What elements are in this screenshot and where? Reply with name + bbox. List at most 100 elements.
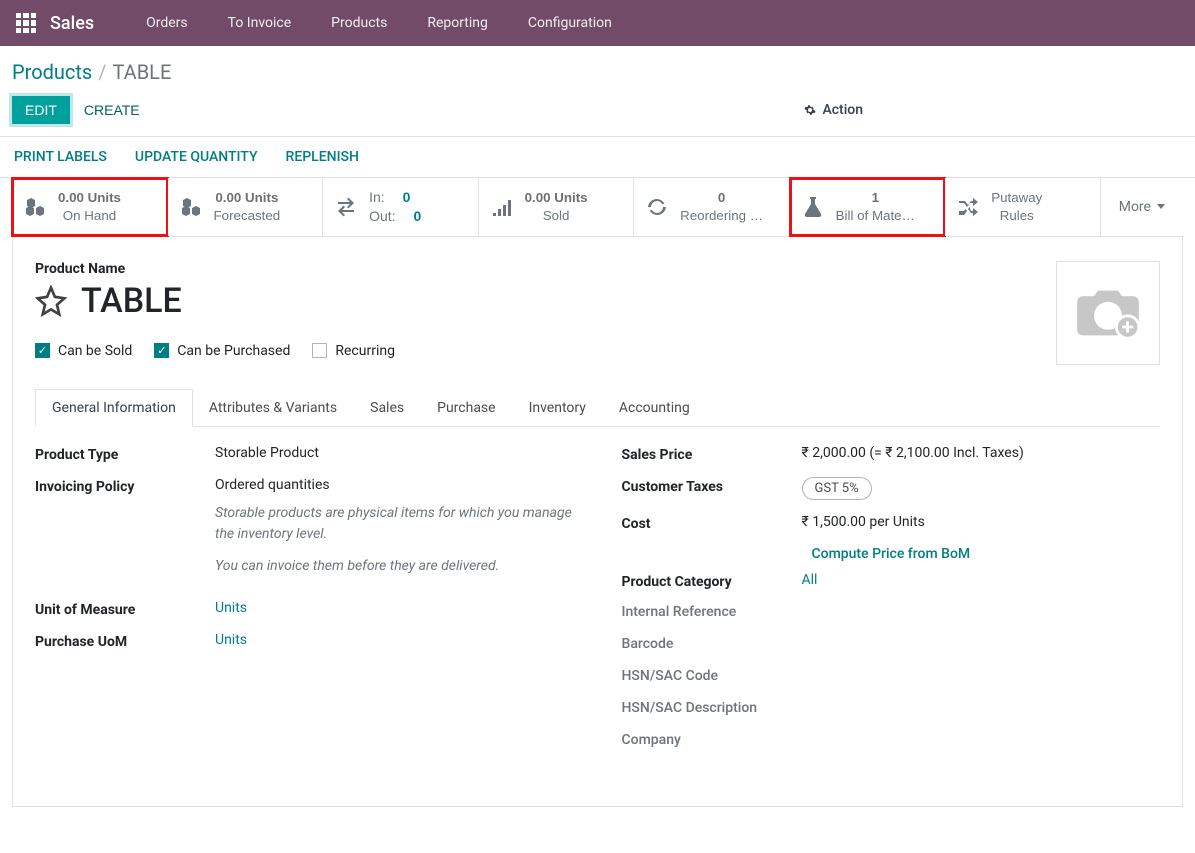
nav-configuration[interactable]: Configuration [512, 15, 628, 31]
nav-reporting[interactable]: Reporting [411, 15, 504, 31]
customer-taxes-badge[interactable]: GST 5% [802, 477, 872, 500]
left-col: Product Type Storable Product Invoicing … [35, 445, 574, 764]
create-button[interactable]: CREATE [70, 96, 154, 124]
purchase-uom-value[interactable]: Units [215, 632, 574, 648]
stat-bom[interactable]: 1Bill of Mate… [790, 178, 946, 236]
help-storable: Storable products are physical items for… [215, 503, 574, 546]
favorite-star-icon[interactable] [35, 285, 67, 317]
app-title[interactable]: Sales [50, 13, 94, 34]
cost-value: ₹ 1,500.00 per Units [802, 514, 1161, 530]
uom-label: Unit of Measure [35, 600, 215, 618]
refresh-icon [644, 195, 670, 219]
stat-on-hand[interactable]: 0.00 UnitsOn Hand [12, 178, 168, 236]
nav-to-invoice[interactable]: To Invoice [212, 15, 308, 31]
boxes-icon [178, 195, 204, 219]
internal-reference-label: Internal Reference [622, 604, 1161, 620]
sales-price-label: Sales Price [622, 445, 802, 463]
action-row: EDIT CREATE Action [0, 88, 1195, 136]
content: Products / TABLE EDIT CREATE Action PRIN… [0, 46, 1195, 807]
stat-putaway-value: Putaway [991, 189, 1042, 207]
replenish[interactable]: REPLENISH [286, 149, 359, 165]
uom-value[interactable]: Units [215, 600, 574, 616]
tab-attributes[interactable]: Attributes & Variants [193, 389, 354, 426]
stat-row: 0.00 UnitsOn Hand 0.00 UnitsForecasted I… [12, 178, 1183, 237]
edit-button[interactable]: EDIT [12, 96, 70, 124]
sub-actions: PRINT LABELS UPDATE QUANTITY REPLENISH [0, 136, 1195, 178]
in-label: In: [369, 188, 385, 207]
stat-on-hand-value: 0.00 Units [58, 189, 121, 207]
breadcrumb-products[interactable]: Products [12, 60, 92, 84]
product-category-value[interactable]: All [802, 572, 1161, 588]
stat-forecasted-value: 0.00 Units [214, 189, 281, 207]
invoicing-policy-label: Invoicing Policy [35, 477, 215, 495]
update-quantity[interactable]: UPDATE QUANTITY [135, 149, 258, 165]
sales-price-value: ₹ 2,000.00 (= ₹ 2,100.00 Incl. Taxes) [802, 445, 1161, 461]
tab-body: Product Type Storable Product Invoicing … [35, 427, 1160, 782]
form-sheet: Product Name TABLE Can be Sold Can be Pu… [12, 237, 1183, 807]
more-label: More [1119, 199, 1151, 215]
arrows-icon [333, 195, 359, 219]
caret-down-icon [1157, 204, 1165, 209]
bars-icon [489, 195, 515, 219]
camera-plus-icon [1072, 285, 1144, 341]
tab-general[interactable]: General Information [35, 389, 193, 427]
right-col: Sales Price ₹ 2,000.00 (= ₹ 2,100.00 Inc… [622, 445, 1161, 764]
help-invoice: You can invoice them before they are del… [215, 556, 574, 578]
product-category-label: Product Category [622, 572, 802, 590]
in-value: 0 [403, 188, 411, 207]
stat-reordering[interactable]: 0Reordering … [634, 178, 790, 236]
flask-icon [800, 195, 826, 219]
cost-label: Cost [622, 514, 802, 532]
recurring-label: Recurring [335, 343, 395, 359]
customer-taxes-label: Customer Taxes [622, 477, 802, 495]
tab-purchase[interactable]: Purchase [421, 389, 512, 426]
out-label: Out: [369, 207, 395, 226]
stat-in-out[interactable]: In: 0 Out: 0 [323, 178, 479, 236]
barcode-label: Barcode [622, 636, 1161, 652]
tab-sales[interactable]: Sales [354, 389, 421, 426]
gear-icon [804, 104, 816, 116]
breadcrumb-sep: / [98, 60, 106, 84]
apps-icon[interactable] [16, 13, 36, 33]
tab-accounting[interactable]: Accounting [603, 389, 707, 426]
product-name-label: Product Name [35, 261, 1056, 277]
can-be-sold-checkbox[interactable]: Can be Sold [35, 343, 132, 359]
stat-sold-label: Sold [525, 207, 588, 225]
out-value: 0 [414, 207, 422, 226]
can-be-sold-label: Can be Sold [58, 343, 132, 359]
stat-putaway-label: Rules [991, 207, 1042, 225]
tab-inventory[interactable]: Inventory [513, 389, 603, 426]
company-label: Company [622, 732, 1161, 748]
action-label: Action [822, 102, 863, 118]
product-name-value: TABLE [81, 281, 182, 321]
can-be-purchased-checkbox[interactable]: Can be Purchased [154, 343, 290, 359]
stat-forecasted[interactable]: 0.00 UnitsForecasted [168, 178, 324, 236]
nav-products[interactable]: Products [315, 15, 403, 31]
product-image-placeholder[interactable] [1056, 261, 1160, 365]
invoicing-policy-value: Ordered quantities [215, 477, 574, 493]
stat-reorder-label: Reordering … [680, 207, 763, 225]
hsn-code-label: HSN/SAC Code [622, 668, 1161, 684]
product-type-label: Product Type [35, 445, 215, 463]
tabs: General Information Attributes & Variant… [35, 389, 1160, 427]
product-header: Product Name TABLE Can be Sold Can be Pu… [35, 261, 1160, 365]
top-nav: Sales Orders To Invoice Products Reporti… [0, 0, 1195, 46]
stat-bom-value: 1 [836, 189, 915, 207]
boxes-icon [22, 195, 48, 219]
nav-orders[interactable]: Orders [130, 15, 204, 31]
breadcrumb-current: TABLE [113, 60, 172, 84]
stat-reorder-value: 0 [680, 189, 763, 207]
stat-on-hand-label: On Hand [58, 207, 121, 225]
recurring-checkbox[interactable]: Recurring [312, 343, 395, 359]
shuffle-icon [955, 195, 981, 219]
can-be-purchased-label: Can be Purchased [177, 343, 290, 359]
product-type-value: Storable Product [215, 445, 574, 461]
print-labels[interactable]: PRINT LABELS [14, 149, 107, 165]
action-dropdown[interactable]: Action [804, 102, 863, 118]
stat-sold[interactable]: 0.00 UnitsSold [479, 178, 635, 236]
stat-putaway[interactable]: PutawayRules [945, 178, 1101, 236]
compute-price-bom[interactable]: Compute Price from BoM [812, 546, 1161, 562]
hsn-desc-label: HSN/SAC Description [622, 700, 1161, 716]
stat-sold-value: 0.00 Units [525, 189, 588, 207]
stat-more[interactable]: More [1101, 178, 1183, 236]
